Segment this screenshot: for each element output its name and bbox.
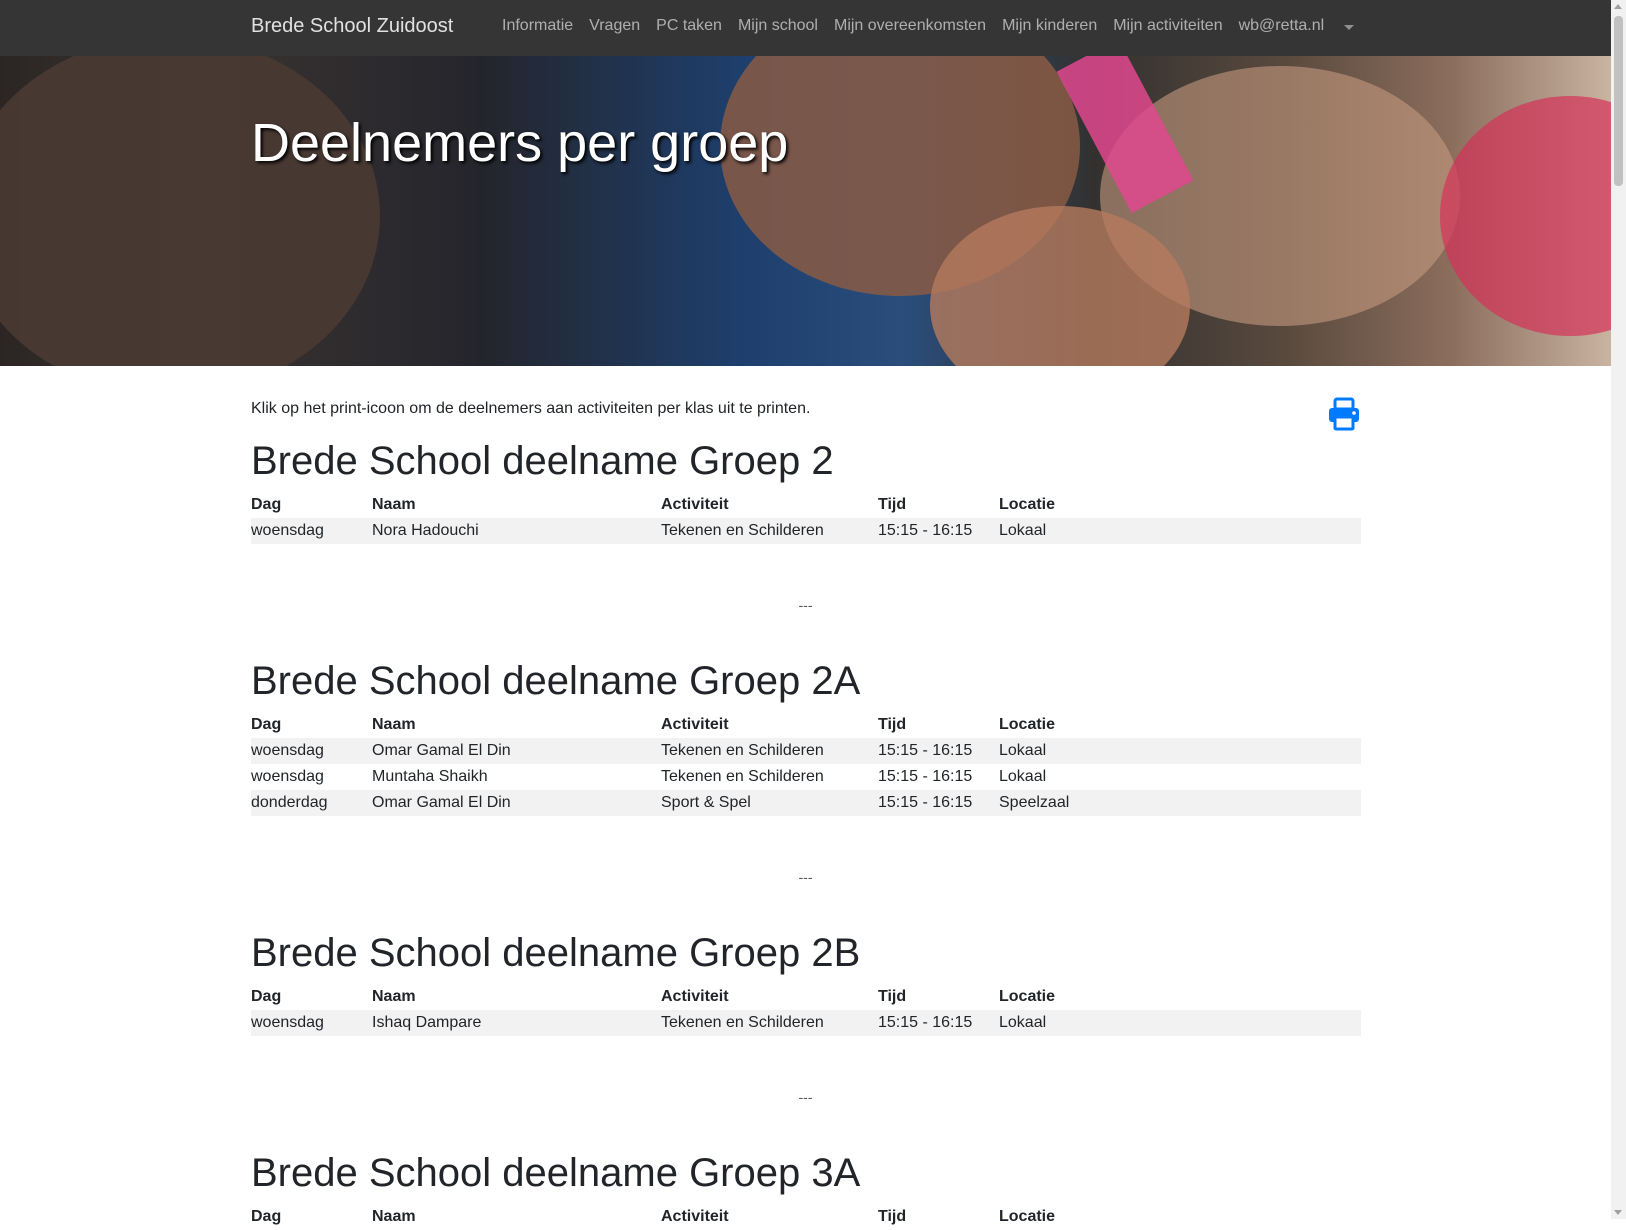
- nav-links: Informatie Vragen PC taken Mijn school M…: [494, 17, 1332, 35]
- cell-tijd: 15:15 - 16:15: [878, 518, 999, 544]
- column-header: Tijd: [878, 496, 907, 513]
- nav-link-account[interactable]: wb@retta.nl: [1231, 17, 1333, 35]
- table-row: donderdag Omar Gamal El Din Sport & Spel…: [251, 790, 1361, 816]
- table-row: woensdag Muntaha Shaikh Tekenen en Schil…: [251, 764, 1361, 790]
- cell-naam: Muntaha Shaikh: [372, 768, 488, 785]
- cell-naam: Omar Gamal El Din: [372, 738, 661, 764]
- cell-activiteit: Sport & Spel: [661, 790, 878, 816]
- hero-image-shape: [0, 56, 380, 366]
- hero-banner: Deelnemers per groep: [0, 56, 1611, 366]
- table-header-row: Dag Naam Activiteit Tijd Locatie: [251, 712, 1361, 738]
- participants-table: Dag Naam Activiteit Tijd Locatie woensda…: [251, 492, 1361, 544]
- nav-link-pc-taken[interactable]: PC taken: [648, 17, 730, 35]
- cell-tijd: 15:15 - 16:15: [878, 738, 999, 764]
- column-header: Locatie: [999, 1208, 1056, 1225]
- nav-link-mijn-school[interactable]: Mijn school: [730, 17, 826, 35]
- nav-link-mijn-kinderen[interactable]: Mijn kinderen: [994, 17, 1105, 35]
- cell-naam: Ishaq Dampare: [372, 1010, 661, 1036]
- cell-activiteit: Tekenen en Schilderen: [661, 738, 878, 764]
- cell-locatie: Lokaal: [999, 768, 1047, 785]
- group-section: Brede School deelname Groep 2 Dag Naam A…: [251, 438, 1361, 544]
- column-header: Activiteit: [661, 1208, 729, 1225]
- column-header: Naam: [372, 988, 416, 1005]
- cell-dag: woensdag: [251, 768, 324, 785]
- scrollbar-thumb[interactable]: [1614, 16, 1623, 186]
- cell-tijd: 15:15 - 16:15: [878, 1010, 999, 1036]
- cell-naam: Omar Gamal El Din: [372, 790, 661, 816]
- column-header: Dag: [251, 1208, 282, 1225]
- scroll-up-icon[interactable]: [1614, 4, 1622, 9]
- column-header: Dag: [251, 716, 282, 733]
- page-title: Deelnemers per groep: [251, 113, 789, 173]
- cell-locatie: Lokaal: [999, 518, 1361, 544]
- participants-table: Dag Naam Activiteit Tijd Locatie: [251, 1204, 1361, 1230]
- cell-locatie: Lokaal: [999, 1010, 1361, 1036]
- separator: ---: [798, 1089, 813, 1105]
- cell-tijd: 15:15 - 16:15: [878, 768, 973, 785]
- group-title: Brede School deelname Groep 3A: [251, 1151, 861, 1195]
- separator: ---: [798, 597, 813, 613]
- group-title: Brede School deelname Groep 2: [251, 439, 834, 483]
- column-header: Tijd: [878, 716, 907, 733]
- cell-dag: woensdag: [251, 518, 372, 544]
- table-header-row: Dag Naam Activiteit Tijd Locatie: [251, 1204, 1361, 1230]
- column-header: Tijd: [878, 988, 907, 1005]
- column-header: Dag: [251, 988, 282, 1005]
- column-header: Activiteit: [661, 988, 729, 1005]
- table-header-row: Dag Naam Activiteit Tijd Locatie: [251, 984, 1361, 1010]
- column-header: Naam: [372, 1208, 416, 1225]
- group-section: Brede School deelname Groep 2B Dag Naam …: [251, 930, 1361, 1036]
- group-title: Brede School deelname Groep 2B: [251, 931, 861, 975]
- cell-dag: donderdag: [251, 790, 372, 816]
- cell-activiteit: Tekenen en Schilderen: [661, 768, 824, 785]
- chevron-down-icon[interactable]: [1344, 25, 1354, 30]
- column-header: Locatie: [999, 496, 1056, 513]
- participants-table: Dag Naam Activiteit Tijd Locatie woensda…: [251, 984, 1361, 1036]
- hero-image-shape: [1440, 96, 1611, 336]
- printer-icon[interactable]: [1327, 397, 1361, 431]
- cell-locatie: Lokaal: [999, 738, 1361, 764]
- column-header: Locatie: [999, 988, 1056, 1005]
- nav-link-mijn-overeenkomsten[interactable]: Mijn overeenkomsten: [826, 17, 994, 35]
- group-section: Brede School deelname Groep 3A Dag Naam …: [251, 1150, 1361, 1230]
- column-header: Naam: [372, 716, 416, 733]
- table-row: woensdag Omar Gamal El Din Tekenen en Sc…: [251, 738, 1361, 764]
- cell-locatie: Speelzaal: [999, 790, 1361, 816]
- table-row: woensdag Nora Hadouchi Tekenen en Schild…: [251, 518, 1361, 544]
- cell-naam: Nora Hadouchi: [372, 518, 661, 544]
- table-header-row: Dag Naam Activiteit Tijd Locatie: [251, 492, 1361, 518]
- nav-link-informatie[interactable]: Informatie: [494, 17, 581, 35]
- intro-text: Klik op het print-icoon om de deelnemers…: [251, 400, 811, 417]
- navbar-brand[interactable]: Brede School Zuidoost: [251, 15, 453, 38]
- column-header: Dag: [251, 496, 282, 513]
- cell-activiteit: Tekenen en Schilderen: [661, 1010, 878, 1036]
- cell-dag: woensdag: [251, 1010, 372, 1036]
- scroll-down-icon[interactable]: [1614, 1210, 1622, 1215]
- separator: ---: [798, 869, 813, 885]
- group-title: Brede School deelname Groep 2A: [251, 659, 861, 703]
- column-header: Activiteit: [661, 716, 729, 733]
- table-row: woensdag Ishaq Dampare Tekenen en Schild…: [251, 1010, 1361, 1036]
- nav-link-mijn-activiteiten[interactable]: Mijn activiteiten: [1105, 17, 1230, 35]
- column-header: Activiteit: [661, 496, 729, 513]
- cell-dag: woensdag: [251, 738, 372, 764]
- column-header: Naam: [372, 496, 416, 513]
- page-scrollbar[interactable]: [1611, 0, 1626, 1219]
- cell-tijd: 15:15 - 16:15: [878, 790, 999, 816]
- nav-link-vragen[interactable]: Vragen: [581, 17, 648, 35]
- cell-activiteit: Tekenen en Schilderen: [661, 518, 878, 544]
- participants-table: Dag Naam Activiteit Tijd Locatie woensda…: [251, 712, 1361, 816]
- column-header: Tijd: [878, 1208, 907, 1225]
- group-section: Brede School deelname Groep 2A Dag Naam …: [251, 658, 1361, 816]
- column-header: Locatie: [999, 716, 1056, 733]
- navbar: Brede School Zuidoost Informatie Vragen …: [0, 0, 1611, 56]
